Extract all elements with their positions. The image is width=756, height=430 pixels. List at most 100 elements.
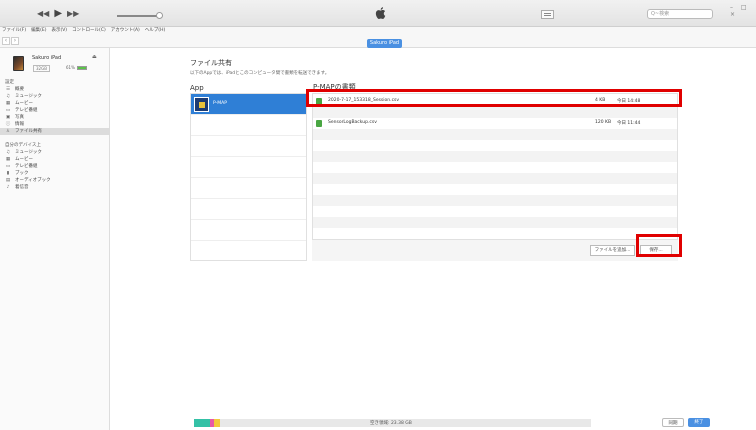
save-button[interactable]: 保存... (640, 245, 672, 256)
sidebar-item-label: ミュージック (15, 94, 42, 99)
document-row-spacer (313, 107, 677, 118)
sidebar-item-device-tv[interactable]: ▭ テレビ番組 (0, 163, 110, 170)
sidebar-item-photos[interactable]: ▣ 写真 (0, 114, 110, 121)
movie-icon: ▦ (5, 157, 11, 162)
sidebar-item-device-movies[interactable]: ▦ ムービー (0, 156, 110, 163)
menu-controls[interactable]: コントロール(C) (72, 27, 106, 35)
document-button-bar: ファイルを追加... 保存... (312, 239, 678, 261)
photo-icon: ▣ (5, 115, 11, 120)
audiobook-icon: ▤ (5, 178, 11, 183)
apps-column-header: App (190, 84, 204, 92)
transport-bar: ◀◀ ▶ ▶▶ Q~検索 – □ × (0, 0, 756, 27)
storage-segment-apps (194, 419, 210, 427)
page-title: ファイル共有 (190, 59, 232, 67)
summary-icon: ☰ (5, 87, 11, 92)
back-icon[interactable]: ‹ (2, 37, 10, 45)
sidebar-item-device-music[interactable]: ♫ ミュージック (0, 149, 110, 156)
list-view-icon[interactable] (541, 10, 554, 19)
menu-account[interactable]: アカウント(A) (111, 27, 140, 35)
sidebar-item-movies[interactable]: ▦ ムービー (0, 100, 110, 107)
tv-icon: ▭ (5, 108, 11, 113)
sidebar-item-label: 概要 (15, 87, 24, 92)
document-row-empty (313, 217, 677, 228)
sidebar-item-device-books[interactable]: ▮ ブック (0, 170, 110, 177)
ipad-icon (13, 56, 24, 71)
sidebar-item-label: 写真 (15, 115, 24, 120)
sidebar-item-label: オーディオブック (15, 178, 51, 183)
p-map-app-icon (194, 97, 209, 112)
menu-file[interactable]: ファイル(F) (2, 27, 26, 35)
ringtone-icon: ♪ (6, 185, 10, 190)
info-icon: ⓘ (5, 122, 11, 127)
sidebar-item-label: テレビ番組 (15, 164, 38, 169)
done-button[interactable]: 終了 (688, 418, 710, 427)
document-size: 4 KB (595, 98, 606, 103)
sidebar-item-label: ミュージック (15, 150, 42, 155)
sidebar-item-device-audiobooks[interactable]: ▤ オーディオブック (0, 177, 110, 184)
sidebar-item-music[interactable]: ♫ ミュージック (0, 93, 110, 100)
volume-slider[interactable] (117, 15, 161, 17)
sidebar-item-tv[interactable]: ▭ テレビ番組 (0, 107, 110, 114)
app-list: P-MAP (190, 93, 307, 261)
menu-view[interactable]: 表示(V) (51, 27, 67, 35)
tv-icon: ▭ (5, 164, 11, 169)
app-row-empty (191, 220, 306, 241)
document-row[interactable]: SensorLogBackup.csv 120 KB 今日 11:44 (313, 118, 677, 129)
app-row-empty (191, 178, 306, 199)
document-list: 2020-7-17_153318_Session.csv 4 KB 今日 14:… (312, 93, 678, 261)
itunes-window: ◀◀ ▶ ▶▶ Q~検索 – □ × ファイル(F) 編集(E) 表示(V) コ… (0, 0, 756, 430)
settings-heading: 設定 (5, 80, 14, 85)
storage-segment-other (214, 419, 220, 427)
device-capacity: 32GB (33, 65, 50, 72)
app-row-empty (191, 115, 306, 136)
document-name: SensorLogBackup.csv (328, 120, 377, 125)
sidebar-item-device-ringtones[interactable]: ♪ 着信音 (0, 184, 110, 191)
document-name: 2020-7-17_153318_Session.csv (328, 98, 400, 103)
menu-bar: ファイル(F) 編集(E) 表示(V) コントロール(C) アカウント(A) ヘ… (0, 27, 756, 35)
device-name: Sakuro iPad (32, 55, 62, 61)
menu-edit[interactable]: 編集(E) (31, 27, 46, 35)
sidebar-item-info[interactable]: ⓘ 情報 (0, 121, 110, 128)
window-controls[interactable]: – □ × (730, 4, 756, 18)
app-name: P-MAP (213, 101, 227, 106)
sidebar-item-file-sharing[interactable]: ⅄ ファイル共有 (0, 128, 110, 135)
documents-column-header: P-MAPの書類 (313, 83, 356, 91)
document-row-empty (313, 195, 677, 206)
playback-controls: ◀◀ ▶ ▶▶ (37, 9, 79, 19)
sidebar-item-label: ムービー (15, 101, 33, 106)
battery-icon (76, 65, 87, 70)
page-description: 以下のAppでは、iPadとこのコンピュータ間で書類を転送できます。 (190, 71, 330, 76)
sync-button[interactable]: 同期 (662, 418, 684, 427)
volume-knob[interactable] (156, 12, 163, 19)
search-input[interactable]: Q~検索 (647, 9, 713, 19)
fast-forward-icon[interactable]: ▶▶ (67, 10, 79, 18)
app-row-p-map[interactable]: P-MAP (191, 94, 306, 115)
sidebar-item-label: 着信音 (15, 185, 29, 190)
sidebar-item-label: ブック (15, 171, 29, 176)
rewind-icon[interactable]: ◀◀ (37, 10, 49, 18)
sidebar-item-label: 情報 (15, 122, 24, 127)
apple-logo-icon (375, 7, 386, 19)
document-date: 今日 11:44 (617, 121, 641, 126)
csv-file-icon (316, 120, 322, 127)
document-size: 120 KB (595, 120, 612, 125)
device-tab[interactable]: Sakuro iPad (367, 39, 402, 48)
book-icon: ▮ (6, 171, 10, 176)
app-row-empty (191, 157, 306, 178)
storage-label: 空き領域: 23.38 GB (370, 421, 412, 426)
document-date: 今日 14:48 (617, 99, 641, 104)
on-device-heading: 自分のデバイス上 (5, 143, 41, 148)
document-row[interactable]: 2020-7-17_153318_Session.csv 4 KB 今日 14:… (313, 96, 677, 107)
document-row-empty (313, 151, 677, 162)
document-row-empty (313, 173, 677, 184)
menu-help[interactable]: ヘルプ(H) (145, 27, 165, 35)
sidebar-item-summary[interactable]: ☰ 概要 (0, 86, 110, 93)
sidebar-item-label: テレビ番組 (15, 108, 38, 113)
music-icon: ♫ (5, 94, 11, 99)
add-file-button[interactable]: ファイルを追加... (590, 245, 635, 256)
play-icon[interactable]: ▶ (54, 9, 62, 19)
eject-icon[interactable]: ⏏ (92, 54, 97, 60)
music-icon: ♫ (5, 150, 11, 155)
app-row-empty (191, 136, 306, 157)
forward-icon[interactable]: › (11, 37, 19, 45)
